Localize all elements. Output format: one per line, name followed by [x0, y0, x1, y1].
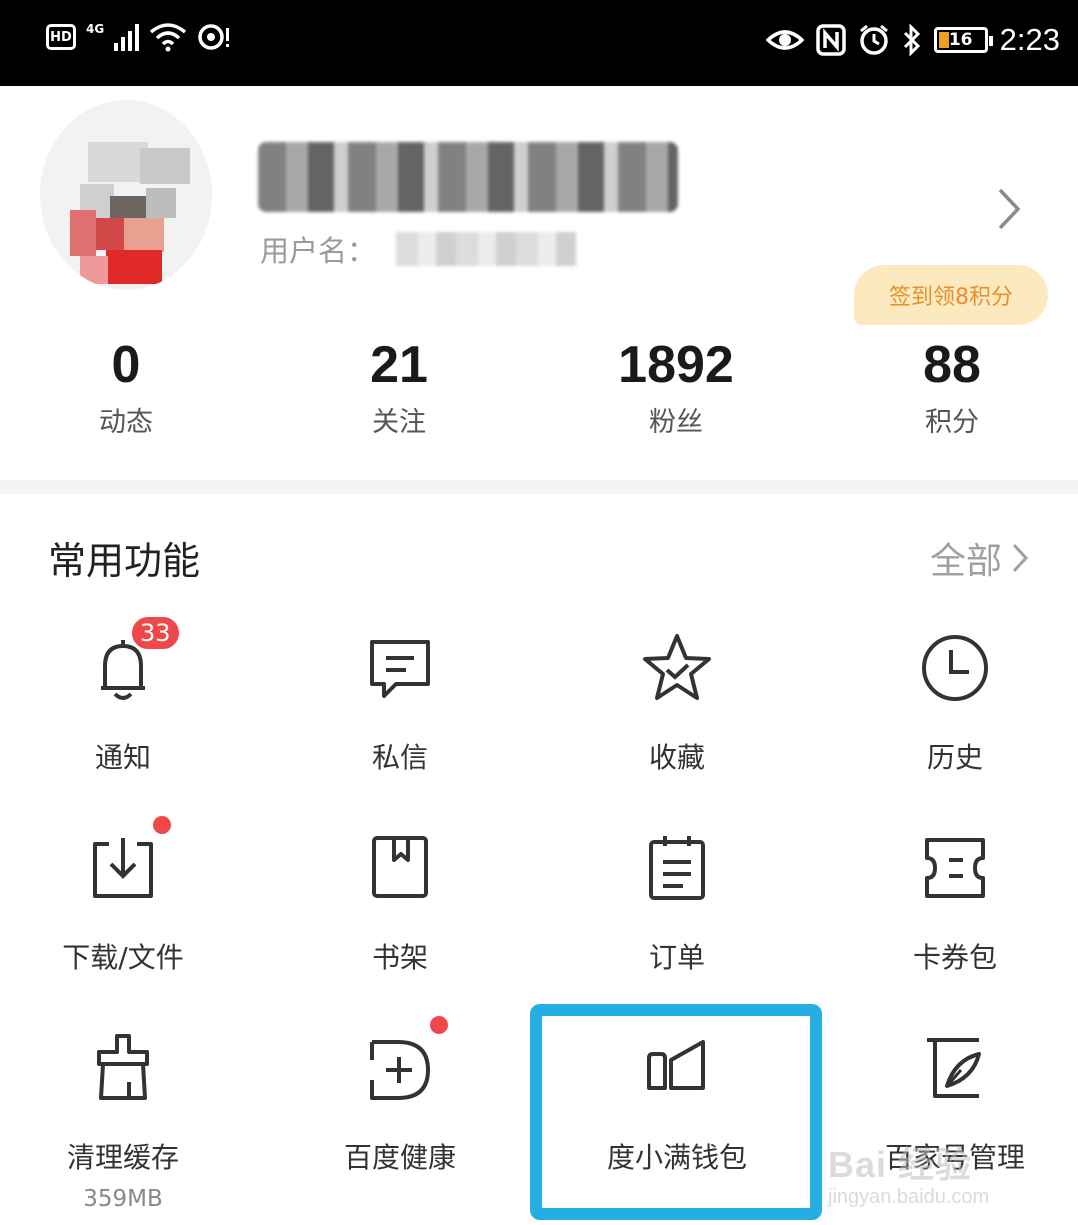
grid-item-downloads[interactable]: 下载/文件 — [13, 816, 233, 976]
grid-item-label: 卡券包 — [912, 941, 997, 974]
cache-size: 359MB — [83, 1186, 163, 1212]
order-icon — [649, 836, 705, 900]
clock-icon — [922, 635, 988, 701]
stat-following[interactable]: 21 关注 — [299, 334, 499, 439]
see-all-link[interactable]: 全部 — [930, 532, 1030, 584]
chevron-right-icon — [1012, 543, 1029, 573]
section-title: 常用功能 — [48, 539, 201, 583]
stat-label: 粉丝 — [649, 407, 703, 438]
network-type: 4G — [86, 22, 105, 36]
grid-item-label: 订单 — [648, 941, 705, 974]
grid-item-label: 书架 — [371, 941, 428, 974]
grid-item-bookshelf[interactable]: 书架 — [290, 830, 510, 976]
grid-item-baidu-health[interactable]: 百度健康 — [290, 1016, 510, 1176]
ticket-icon — [925, 838, 985, 898]
stat-points[interactable]: 88 积分 — [852, 334, 1052, 439]
stat-fans[interactable]: 1892 粉丝 — [576, 334, 776, 439]
grid-item-notifications[interactable]: 33 通知 — [13, 614, 233, 776]
grid-item-label: 历史 — [926, 741, 983, 774]
status-bar-left: HD 4G — [46, 22, 231, 52]
status-bar: HD 4G 16 2:23 — [0, 0, 1078, 86]
watermark-logo: Bai 经验 — [828, 1144, 973, 1185]
stat-label: 关注 — [372, 407, 426, 438]
broom-icon — [97, 1034, 149, 1100]
stat-value: 21 — [370, 336, 428, 394]
username-label: 用户名： — [260, 234, 377, 268]
new-indicator-dot — [430, 1016, 448, 1034]
grid-item-label: 通知 — [94, 741, 151, 774]
wifi-icon — [150, 23, 187, 52]
grid-item-history[interactable]: 历史 — [845, 630, 1065, 776]
watermark: Bai 经验 jingyan.baidu.com — [828, 1136, 989, 1209]
hd-icon: HD — [46, 24, 76, 50]
download-icon — [93, 838, 153, 898]
nickname-blurred — [258, 142, 678, 212]
grid-item-clear-cache[interactable]: 清理缓存 359MB — [13, 1030, 233, 1212]
username-blurred — [396, 232, 576, 266]
stat-label: 积分 — [925, 407, 979, 438]
notification-count-badge: 33 — [129, 614, 182, 652]
status-bar-right: 16 2:23 — [765, 22, 1060, 58]
bluetooth-icon — [903, 24, 920, 56]
grid-item-label: 百度健康 — [343, 1141, 456, 1174]
profile-chevron-right-icon[interactable] — [990, 184, 1030, 234]
battery-level: 16 — [948, 30, 973, 50]
grid-item-messages[interactable]: 私信 — [290, 630, 510, 776]
section-divider — [0, 480, 1078, 494]
watermark-url: jingyan.baidu.com — [828, 1186, 990, 1208]
stat-value: 1892 — [618, 336, 734, 394]
stat-value: 0 — [111, 336, 141, 394]
health-icon — [370, 1040, 430, 1100]
status-time: 2:23 — [999, 22, 1060, 57]
new-indicator-dot — [153, 816, 171, 834]
nfc-icon — [815, 24, 846, 56]
grid-item-label: 下载/文件 — [62, 941, 184, 974]
stat-label: 动态 — [99, 407, 153, 438]
grid-item-label: 清理缓存 — [66, 1141, 179, 1174]
grid-item-label: 收藏 — [648, 741, 705, 774]
see-all-label: 全部 — [929, 541, 1002, 582]
highlight-annotation-box — [530, 1004, 822, 1220]
signal-icon — [114, 23, 140, 51]
hotspot-icon — [198, 24, 230, 50]
grid-item-coupons[interactable]: 卡券包 — [845, 830, 1065, 976]
grid-item-label: 私信 — [371, 741, 428, 774]
bookshelf-icon — [372, 836, 428, 898]
stat-value: 88 — [923, 336, 981, 394]
message-icon — [370, 640, 430, 698]
stat-posts[interactable]: 0 动态 — [26, 334, 226, 439]
grid-item-orders[interactable]: 订单 — [567, 830, 787, 976]
alarm-icon — [859, 24, 888, 55]
battery-icon: 16 — [933, 27, 993, 53]
eye-comfort-icon — [765, 30, 804, 50]
star-icon — [643, 634, 711, 700]
grid-item-favorites[interactable]: 收藏 — [567, 630, 787, 776]
avatar[interactable] — [40, 100, 212, 290]
checkin-badge[interactable]: 签到领8积分 — [854, 265, 1048, 325]
pen-paper-icon — [927, 1038, 981, 1098]
